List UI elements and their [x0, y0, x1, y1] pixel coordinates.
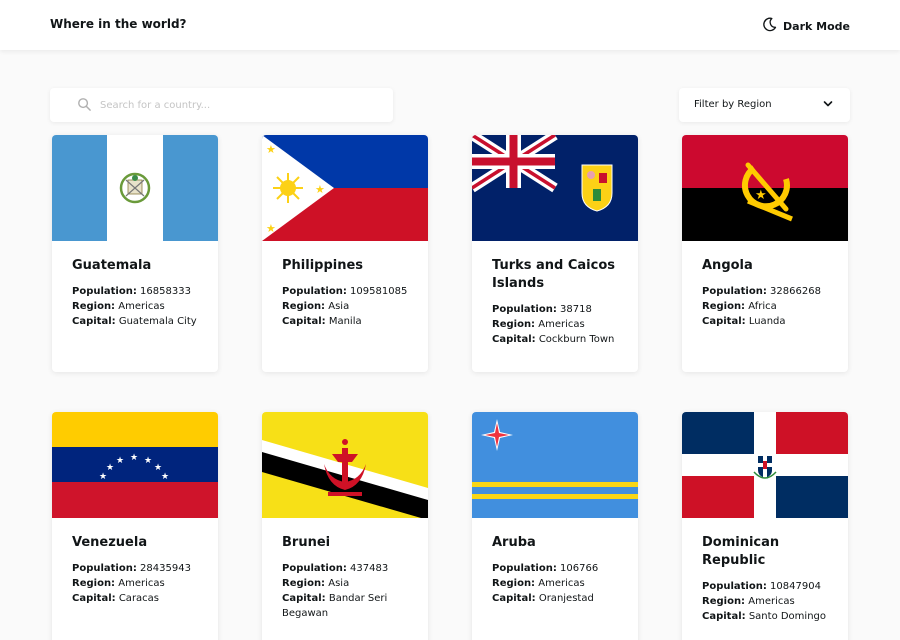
region-value: Americas — [748, 596, 795, 607]
country-card[interactable]: Turks and Caicos Islands Population: 387… — [472, 135, 638, 372]
country-name: Venezuela — [72, 535, 148, 550]
capital-label: Capital: — [72, 316, 116, 327]
guatemala-flag — [52, 135, 218, 241]
svg-text:★: ★ — [315, 183, 325, 196]
capital-label: Capital: — [492, 593, 536, 604]
country-name: Brunei — [282, 535, 331, 550]
aruba-flag — [472, 412, 638, 518]
svg-text:★: ★ — [144, 456, 152, 466]
population-label: Population: — [72, 563, 137, 574]
region-label: Region: — [72, 301, 116, 312]
capital-value: Cockburn Town — [538, 334, 615, 345]
population-value: 16858333 — [140, 286, 191, 297]
country-name: Turks and Caicos Islands — [492, 258, 616, 291]
moon-icon — [762, 17, 777, 35]
region-value: Americas — [118, 578, 165, 589]
country-name: Aruba — [492, 535, 536, 550]
capital-value: Guatemala City — [118, 316, 197, 327]
population-value: 38718 — [560, 304, 592, 315]
brunei-flag — [262, 412, 428, 518]
population-value: 437483 — [350, 563, 389, 574]
region-value: Americas — [118, 301, 165, 312]
country-card[interactable]: Brunei Population: 437483 Region: Asia C… — [262, 412, 428, 640]
region-filter-dropdown[interactable]: Filter by Region — [679, 88, 850, 122]
population-label: Population: — [702, 581, 767, 592]
capital-label: Capital: — [702, 316, 746, 327]
population-value: 28435943 — [140, 563, 191, 574]
capital-label: Capital: — [492, 334, 536, 345]
search-input[interactable] — [100, 88, 380, 122]
population-label: Population: — [492, 304, 557, 315]
country-card[interactable]: ★ ★ ★ Philippines Population: 109581085 … — [262, 135, 428, 372]
svg-text:★: ★ — [116, 456, 124, 466]
svg-text:★: ★ — [266, 222, 276, 235]
svg-text:★: ★ — [99, 472, 107, 482]
app-title: Where in the world? — [50, 17, 187, 31]
region-label: Region: — [282, 578, 326, 589]
population-label: Population: — [702, 286, 767, 297]
country-name: Angola — [702, 258, 753, 273]
turks-and-caicos-flag — [472, 135, 638, 241]
country-card[interactable]: Dominican Republic Population: 10847904 … — [682, 412, 848, 640]
dark-mode-label: Dark Mode — [783, 19, 850, 33]
search-icon — [77, 97, 92, 116]
capital-value: Manila — [328, 316, 362, 327]
country-name: Guatemala — [72, 258, 152, 273]
region-value: Americas — [538, 319, 585, 330]
venezuela-flag: ★ ★ ★ ★ ★ ★ ★ — [52, 412, 218, 518]
region-label: Region: — [72, 578, 116, 589]
population-label: Population: — [72, 286, 137, 297]
population-label: Population: — [492, 563, 557, 574]
capital-value: Caracas — [118, 593, 160, 604]
svg-text:★: ★ — [130, 453, 138, 463]
search-box[interactable] — [50, 88, 393, 122]
population-value: 106766 — [560, 563, 599, 574]
region-label: Region: — [492, 578, 536, 589]
country-name: Philippines — [282, 258, 364, 273]
population-label: Population: — [282, 563, 347, 574]
population-value: 10847904 — [770, 581, 821, 592]
population-value: 109581085 — [350, 286, 408, 297]
capital-value: Santo Domingo — [748, 611, 827, 622]
region-label: Region: — [282, 301, 326, 312]
capital-label: Capital: — [282, 593, 326, 604]
chevron-down-icon — [823, 100, 833, 111]
country-card[interactable]: ★ ★ ★ ★ ★ ★ ★ Venezuela Population: 2843… — [52, 412, 218, 640]
region-value: Americas — [538, 578, 585, 589]
region-filter-label: Filter by Region — [694, 99, 772, 110]
svg-text:★: ★ — [106, 463, 114, 473]
population-value: 32866268 — [770, 286, 821, 297]
dark-mode-toggle[interactable]: Dark Mode — [762, 17, 850, 35]
region-label: Region: — [702, 596, 746, 607]
angola-flag: ★ — [682, 135, 848, 241]
country-card[interactable]: ★ Angola Population: 32866268 Region: Af… — [682, 135, 848, 372]
capital-label: Capital: — [72, 593, 116, 604]
region-label: Region: — [702, 301, 746, 312]
capital-label: Capital: — [702, 611, 746, 622]
region-value: Africa — [748, 301, 777, 312]
svg-text:★: ★ — [266, 143, 276, 156]
country-name: Dominican Republic — [702, 535, 780, 568]
philippines-flag: ★ ★ ★ — [262, 135, 428, 241]
region-value: Asia — [328, 578, 350, 589]
capital-label: Capital: — [282, 316, 326, 327]
population-label: Population: — [282, 286, 347, 297]
region-value: Asia — [328, 301, 350, 312]
svg-text:★: ★ — [755, 188, 767, 203]
app-header: Where in the world? Dark Mode — [0, 0, 900, 50]
dominican-republic-flag — [682, 412, 848, 518]
country-card[interactable]: Aruba Population: 106766 Region: America… — [472, 412, 638, 640]
svg-text:★: ★ — [161, 472, 169, 482]
country-card[interactable]: Guatemala Population: 16858333 Region: A… — [52, 135, 218, 372]
region-label: Region: — [492, 319, 536, 330]
capital-value: Luanda — [748, 316, 786, 327]
capital-value: Oranjestad — [538, 593, 594, 604]
